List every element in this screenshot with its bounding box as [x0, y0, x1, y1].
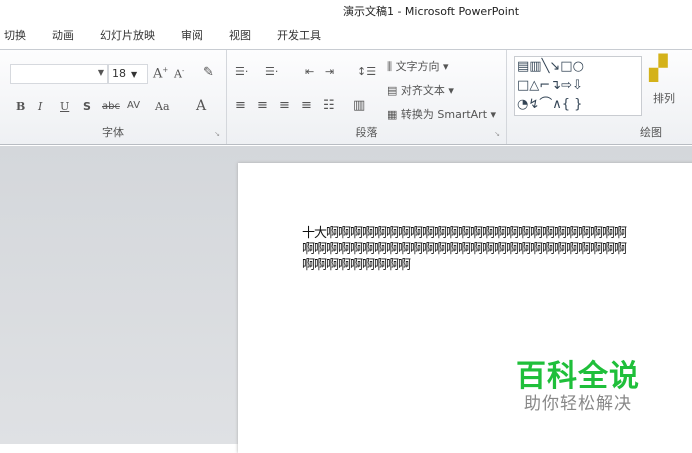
align-left-icon[interactable]: ≡ [235, 98, 246, 113]
drawing-group-label: 绘图 [640, 126, 662, 139]
shadow-button[interactable]: S [83, 100, 91, 113]
paragraph-group-label: 段落 [355, 126, 378, 139]
shrink-font-button[interactable]: A- [174, 67, 184, 81]
slide-text-box[interactable]: 十大啊啊啊啊啊啊啊啊啊啊啊啊啊啊啊啊啊啊啊啊啊啊啊啊啊啊啊啊啊啊啊啊啊啊啊啊啊啊… [302, 226, 636, 274]
align-text-button[interactable]: ▤ 对齐文本 ▾ [387, 82, 454, 98]
window-title: 演示文稿1 - Microsoft PowerPoint [342, 5, 520, 18]
font-group-label: 字体 [102, 126, 124, 139]
decrease-indent-icon[interactable]: ⇤ [305, 65, 314, 78]
strikethrough-button[interactable]: abc [102, 101, 120, 112]
grow-font-button[interactable]: A+ [153, 66, 168, 81]
justify-icon[interactable]: ≡ [301, 98, 312, 113]
distributed-icon[interactable]: ☷ [323, 98, 335, 113]
ribbon-tabs: 切换 动画 幻灯片放映 审阅 视图 开发工具 [0, 24, 692, 48]
font-name-select[interactable]: ▼ [10, 64, 108, 84]
tab-developer[interactable]: 开发工具 [277, 24, 321, 48]
dialog-launcher-icon[interactable]: ↘ [494, 130, 500, 138]
shapes-gallery[interactable]: ▤▥╲↘□○ □△⌐↴⇨⇩ ◔↯⌒∧{ } [514, 56, 642, 116]
char-spacing-button[interactable]: AV [127, 100, 140, 111]
ribbon: ▼ 18 ▼ A+ A- ✎ B I U S abc AV Aa A 字体 ↘ ☰… [0, 49, 692, 145]
paragraph-group: ☰· ☰· ⇤ ⇥ ↕☰ ≡ ≡ ≡ ≡ ☷ ▥ ⫼ 文字方向 ▾ ▤ 对齐文本… [227, 50, 507, 144]
tab-transitions[interactable]: 切换 [4, 24, 26, 48]
clear-format-icon[interactable]: ✎ [203, 65, 214, 80]
change-case-button[interactable]: Aa [155, 100, 170, 113]
arrange-icon[interactable]: ▞ [649, 54, 667, 82]
bold-button[interactable]: B [16, 100, 25, 113]
numbering-icon[interactable]: ☰· [265, 65, 278, 78]
tab-view[interactable]: 视图 [229, 24, 251, 48]
align-right-icon[interactable]: ≡ [279, 98, 290, 113]
text-direction-button[interactable]: ⫼ 文字方向 ▾ [387, 58, 449, 74]
tab-review[interactable]: 审阅 [181, 24, 203, 48]
font-size-select[interactable]: 18 ▼ [108, 64, 148, 84]
dialog-launcher-icon[interactable]: ↘ [214, 130, 220, 138]
font-color-button[interactable]: A [196, 98, 206, 114]
columns-icon[interactable]: ▥ [353, 98, 365, 113]
line-spacing-icon[interactable]: ↕☰ [357, 65, 376, 78]
arrange-button[interactable]: 排列 [653, 90, 675, 106]
underline-button[interactable]: U [60, 100, 69, 113]
bullets-icon[interactable]: ☰· [235, 65, 248, 78]
align-center-icon[interactable]: ≡ [257, 98, 268, 113]
tab-slideshow[interactable]: 幻灯片放映 [100, 24, 155, 48]
drawing-group: ▤▥╲↘□○ □△⌐↴⇨⇩ ◔↯⌒∧{ } ▞ 排列 绘图 [507, 50, 692, 144]
increase-indent-icon[interactable]: ⇥ [325, 65, 334, 78]
italic-button[interactable]: I [38, 100, 42, 113]
tab-animations[interactable]: 动画 [52, 24, 74, 48]
slide[interactable]: 十大啊啊啊啊啊啊啊啊啊啊啊啊啊啊啊啊啊啊啊啊啊啊啊啊啊啊啊啊啊啊啊啊啊啊啊啊啊啊… [238, 163, 692, 453]
watermark-subtitle: 助你轻松解决 [524, 394, 632, 414]
font-group: ▼ 18 ▼ A+ A- ✎ B I U S abc AV Aa A 字体 ↘ [0, 50, 227, 144]
convert-smartart-button[interactable]: ▦ 转换为 SmartArt ▾ [387, 106, 496, 122]
